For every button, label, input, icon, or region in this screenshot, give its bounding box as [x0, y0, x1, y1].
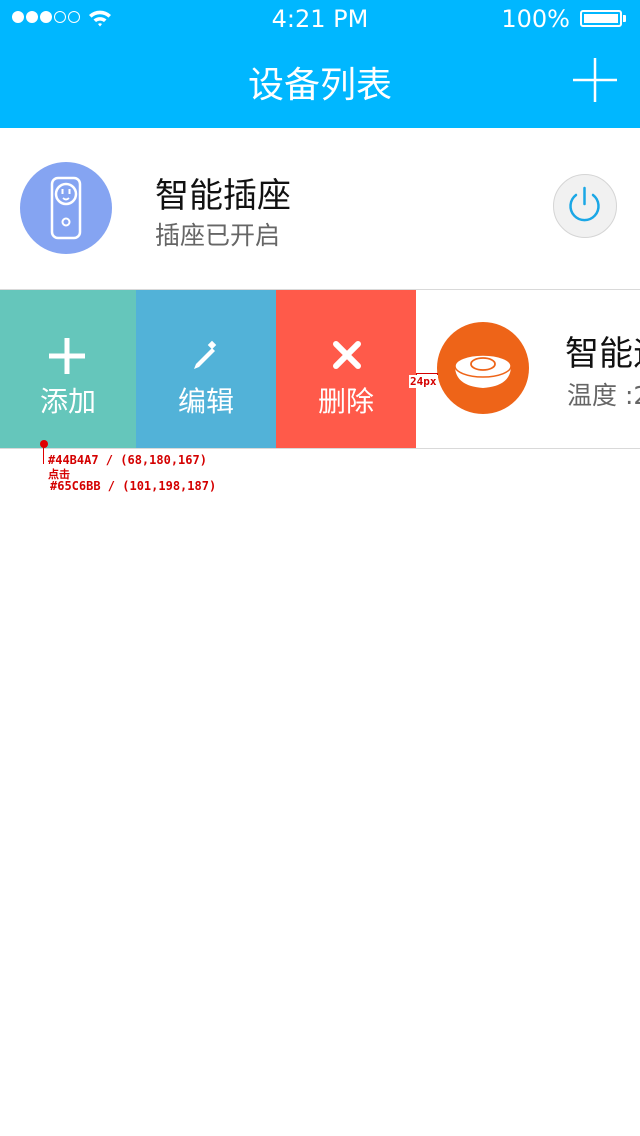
device-status: 插座已开启 [155, 221, 281, 250]
close-icon [333, 341, 361, 369]
device-status: 温度 :2 [567, 381, 640, 410]
device-row-swiped[interactable]: 添加 编辑 删除 智能遥 温度 :2 [0, 290, 640, 449]
device-name: 智能遥 [565, 334, 640, 374]
device-name: 智能插座 [155, 176, 291, 216]
device-row[interactable]: 智能插座 插座已开启 [0, 128, 640, 290]
swipe-delete-button[interactable]: 删除 [276, 290, 416, 448]
app-header: 4:21 PM 100% 设备列表 [0, 0, 640, 128]
battery-icon [580, 10, 622, 27]
page-title: 设备列表 [247, 65, 392, 106]
swipe-add-label: 添加 [39, 385, 96, 418]
swipe-edit-button[interactable]: 编辑 [136, 290, 276, 448]
annotation-color-tapped: #65C6BB / (101,198,187) [50, 479, 217, 493]
swipe-edit-label: 编辑 [177, 385, 234, 418]
power-icon [569, 186, 600, 222]
plus-icon [49, 338, 85, 374]
tap-marker [40, 440, 48, 448]
power-toggle-button[interactable] [553, 174, 617, 238]
device-avatar [20, 162, 112, 254]
pencil-icon [194, 340, 217, 369]
annotation-spacing: 24px [409, 375, 438, 388]
battery-percent: 100% [501, 5, 570, 33]
tap-marker-line [43, 446, 44, 464]
battery-tip [623, 15, 626, 22]
swipe-delete-label: 删除 [317, 385, 374, 418]
smart-plug-icon [50, 176, 82, 240]
status-bar: 4:21 PM 100% [0, 0, 640, 40]
device-avatar [437, 322, 529, 414]
add-device-button[interactable] [570, 55, 620, 105]
robot-vacuum-icon [454, 354, 512, 388]
plus-icon [573, 58, 617, 102]
annotation-color-normal: #44B4A7 / (68,180,167) [48, 453, 207, 467]
swipe-add-button[interactable]: 添加 [0, 290, 136, 448]
